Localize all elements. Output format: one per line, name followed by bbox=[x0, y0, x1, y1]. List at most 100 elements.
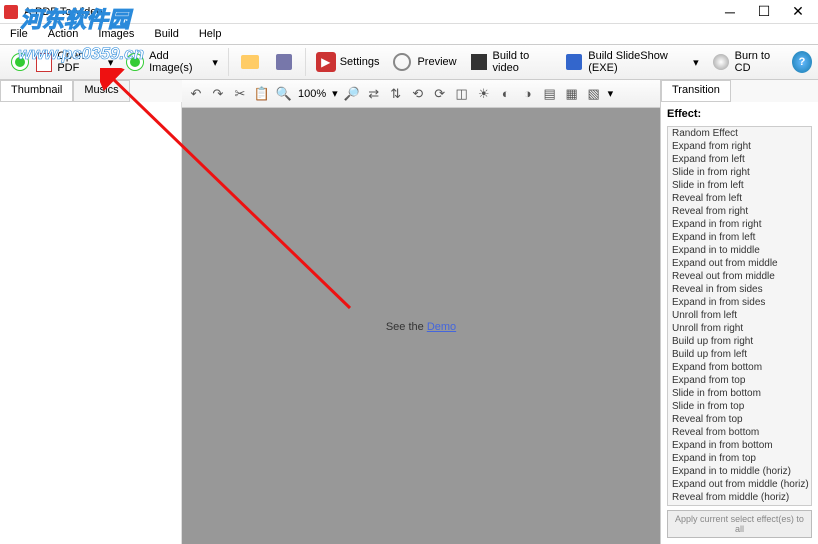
effect-item[interactable]: Slide in from left bbox=[668, 179, 811, 192]
preview-label: Preview bbox=[417, 56, 456, 68]
settings-label: Settings bbox=[340, 56, 380, 68]
close-button[interactable]: ✕ bbox=[782, 2, 814, 22]
menu-images[interactable]: Images bbox=[94, 26, 138, 42]
tab-musics[interactable]: Musics bbox=[73, 80, 129, 102]
film-icon bbox=[469, 51, 489, 73]
effect-item[interactable]: Reveal from left bbox=[668, 192, 811, 205]
zoom-value[interactable]: 100% bbox=[298, 88, 326, 100]
rotate-right-icon[interactable]: ⟳ bbox=[432, 86, 448, 102]
effect-item[interactable]: Reveal out from middle bbox=[668, 270, 811, 283]
effect-item[interactable]: Expand from left bbox=[668, 153, 811, 166]
effect-item[interactable]: Slide in from bottom bbox=[668, 387, 811, 400]
effects-listbox[interactable]: Random EffectExpand from rightExpand fro… bbox=[667, 126, 812, 506]
window-title: A-PDF To Video bbox=[24, 6, 102, 18]
effect-item[interactable]: Unroll from left bbox=[668, 309, 811, 322]
redo-icon[interactable]: ↷ bbox=[210, 86, 226, 102]
effect-item[interactable]: Build up from right bbox=[668, 335, 811, 348]
effect-item[interactable]: Expand out from middle bbox=[668, 257, 811, 270]
contrast-icon[interactable]: ◐ bbox=[498, 86, 514, 102]
canvas-toolbar: ↶ ↷ ✂ 📋 🔍 100% ▾ 🔎 ⇄ ⇅ ⟲ ⟳ ◫ ☀ ◐ ◑ ▤ ▦ ▧… bbox=[182, 80, 660, 108]
zoom-in-icon[interactable]: 🔍 bbox=[276, 86, 292, 102]
chevron-down-icon[interactable]: ▾ bbox=[608, 87, 614, 100]
menu-help[interactable]: Help bbox=[195, 26, 226, 42]
separator bbox=[305, 48, 306, 76]
menu-action[interactable]: Action bbox=[44, 26, 83, 42]
open-pdf-label: Open PDF bbox=[57, 50, 103, 74]
effect-item[interactable]: Slide in from top / bottom bbox=[668, 504, 811, 506]
effect-item[interactable]: Expand from bottom bbox=[668, 361, 811, 374]
tab-transition[interactable]: Transition bbox=[661, 80, 731, 102]
effect-item[interactable]: Reveal from top bbox=[668, 413, 811, 426]
effect-item[interactable]: Expand from top bbox=[668, 374, 811, 387]
open-folder-button[interactable] bbox=[235, 49, 265, 75]
effect-item[interactable]: Expand from right bbox=[668, 140, 811, 153]
apply-effects-button[interactable]: Apply current select effect(es) to all bbox=[667, 510, 812, 538]
chevron-down-icon: ▾ bbox=[108, 56, 114, 69]
effect-item[interactable]: Expand in from sides bbox=[668, 296, 811, 309]
left-panel: Thumbnail Musics bbox=[0, 80, 182, 544]
plus-icon bbox=[125, 51, 145, 73]
tab-thumbnail[interactable]: Thumbnail bbox=[0, 80, 73, 102]
effect-item[interactable]: Expand in from left bbox=[668, 231, 811, 244]
crop-icon[interactable]: ◫ bbox=[454, 86, 470, 102]
effect-item[interactable]: Expand out from middle (horiz) bbox=[668, 478, 811, 491]
toolbar: Open PDF ▾ Add Image(s) ▾ ▶ Settings Pre… bbox=[0, 44, 818, 80]
effect-item[interactable]: Expand in to middle (horiz) bbox=[668, 465, 811, 478]
thumbnail-area bbox=[0, 102, 182, 544]
help-button[interactable]: ? bbox=[792, 51, 812, 73]
settings-button[interactable]: ▶ Settings bbox=[312, 50, 384, 74]
chevron-down-icon: ▾ bbox=[212, 56, 218, 69]
effect-item[interactable]: Expand in from right bbox=[668, 218, 811, 231]
effect-item[interactable]: Slide in from right bbox=[668, 166, 811, 179]
palette-icon[interactable]: ▧ bbox=[586, 86, 602, 102]
brightness-icon[interactable]: ☀ bbox=[476, 86, 492, 102]
effect-item[interactable]: Reveal from right bbox=[668, 205, 811, 218]
save-button[interactable] bbox=[269, 49, 299, 75]
build-video-label: Build to video bbox=[493, 50, 553, 74]
preview-button[interactable]: Preview bbox=[387, 49, 460, 75]
effect-label: Effect: bbox=[667, 108, 812, 120]
minimize-button[interactable]: ─ bbox=[714, 2, 746, 22]
effect-item[interactable]: Random Effect bbox=[668, 127, 811, 140]
zoom-out-icon[interactable]: 🔎 bbox=[344, 86, 360, 102]
chevron-down-icon[interactable]: ▾ bbox=[332, 87, 338, 100]
add-images-label: Add Image(s) bbox=[149, 50, 208, 74]
right-panel: Transition Effect: Random EffectExpand f… bbox=[660, 80, 818, 544]
effect-icon[interactable]: ▦ bbox=[564, 86, 580, 102]
invert-icon[interactable]: ◑ bbox=[520, 86, 536, 102]
flip-h-icon[interactable]: ⇄ bbox=[366, 86, 382, 102]
effect-item[interactable]: Reveal from bottom bbox=[668, 426, 811, 439]
burn-cd-button[interactable]: Burn to CD bbox=[707, 48, 788, 76]
effect-item[interactable]: Expand in from bottom bbox=[668, 439, 811, 452]
menu-build[interactable]: Build bbox=[150, 26, 182, 42]
effect-item[interactable]: Expand in from top bbox=[668, 452, 811, 465]
add-images-button[interactable]: Add Image(s) ▾ bbox=[121, 48, 222, 76]
open-pdf-button[interactable]: Open PDF ▾ bbox=[6, 48, 117, 76]
paste-icon[interactable]: 📋 bbox=[254, 86, 270, 102]
rotate-left-icon[interactable]: ⟲ bbox=[410, 86, 426, 102]
build-slideshow-button[interactable]: Build SlideShow (EXE) ▾ bbox=[560, 48, 702, 76]
center-panel: ↶ ↷ ✂ 📋 🔍 100% ▾ 🔎 ⇄ ⇅ ⟲ ⟳ ◫ ☀ ◐ ◑ ▤ ▦ ▧… bbox=[182, 80, 660, 544]
grayscale-icon[interactable]: ▤ bbox=[542, 86, 558, 102]
flip-v-icon[interactable]: ⇅ bbox=[388, 86, 404, 102]
app-icon bbox=[4, 5, 18, 19]
effect-item[interactable]: Expand in to middle bbox=[668, 244, 811, 257]
build-video-button[interactable]: Build to video bbox=[465, 48, 557, 76]
canvas-area: See the Demo bbox=[182, 108, 660, 544]
plus-icon bbox=[10, 51, 30, 73]
play-icon: ▶ bbox=[316, 52, 336, 72]
cut-icon[interactable]: ✂ bbox=[232, 86, 248, 102]
demo-link[interactable]: Demo bbox=[427, 321, 456, 333]
menu-file[interactable]: File bbox=[6, 26, 32, 42]
effect-item[interactable]: Slide in from top bbox=[668, 400, 811, 413]
maximize-button[interactable]: ☐ bbox=[748, 2, 780, 22]
effect-item[interactable]: Unroll from right bbox=[668, 322, 811, 335]
slideshow-icon bbox=[564, 51, 584, 73]
effect-item[interactable]: Build up from left bbox=[668, 348, 811, 361]
cd-icon bbox=[711, 51, 731, 73]
undo-icon[interactable]: ↶ bbox=[188, 86, 204, 102]
burn-cd-label: Burn to CD bbox=[735, 50, 784, 74]
separator bbox=[228, 48, 229, 76]
effect-item[interactable]: Reveal in from sides bbox=[668, 283, 811, 296]
effect-item[interactable]: Reveal from middle (horiz) bbox=[668, 491, 811, 504]
